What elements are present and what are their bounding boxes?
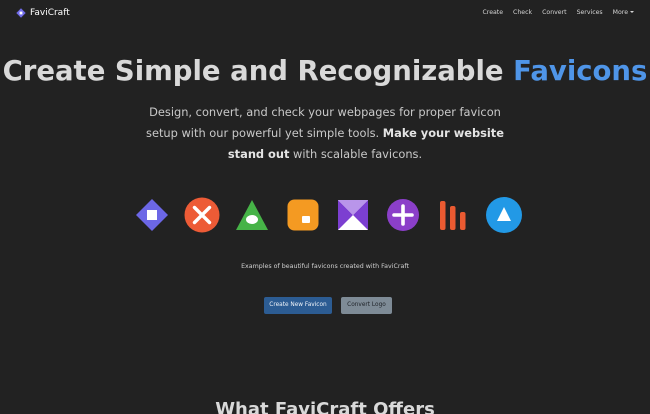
- nav-link-create[interactable]: Create: [482, 8, 503, 18]
- favicraft-logo-icon: [16, 8, 26, 18]
- blue-triangle-circle-icon: [486, 197, 522, 233]
- green-triangle-icon: [236, 200, 268, 230]
- orange-x-circle-icon: [184, 197, 220, 233]
- nav-link-convert[interactable]: Convert: [542, 8, 566, 18]
- purple-diamond-icon: [136, 199, 168, 231]
- nav-link-services[interactable]: Services: [577, 8, 603, 18]
- nav-dropdown-more-label: More: [612, 9, 628, 16]
- convert-logo-button[interactable]: Convert Logo: [341, 297, 392, 314]
- purple-bowtie-icon: [338, 200, 368, 230]
- favicon-examples: [0, 196, 650, 236]
- top-navbar: FaviCraft Create Check Convert Services …: [0, 0, 650, 26]
- hero-title: Create Simple and Recognizable Favicons: [0, 53, 650, 89]
- nav-link-check[interactable]: Check: [513, 8, 532, 18]
- nav-links: Create Check Convert Services More: [472, 8, 634, 18]
- purple-plus-circle-icon: [387, 199, 419, 231]
- orange-square-icon: [287, 199, 319, 231]
- caret-down-icon: [630, 11, 634, 13]
- brand-name: FaviCraft: [30, 8, 70, 18]
- hero-title-accent: Favicons: [513, 55, 648, 87]
- examples-caption: Examples of beautiful favicons created w…: [241, 263, 409, 270]
- create-new-favicon-button[interactable]: Create New Favicon: [264, 297, 332, 314]
- nav-dropdown-more[interactable]: More: [613, 8, 634, 18]
- hero-subtitle-text-2: with scalable favicons.: [289, 147, 423, 161]
- hero-subtitle: Design, convert, and check your webpages…: [140, 102, 510, 165]
- orange-bars-icon: [440, 201, 466, 230]
- hero-title-main: Create Simple and Recognizable: [2, 55, 514, 87]
- brand-link[interactable]: FaviCraft: [16, 7, 70, 19]
- offers-section-title: What FaviCraft Offers: [215, 399, 435, 414]
